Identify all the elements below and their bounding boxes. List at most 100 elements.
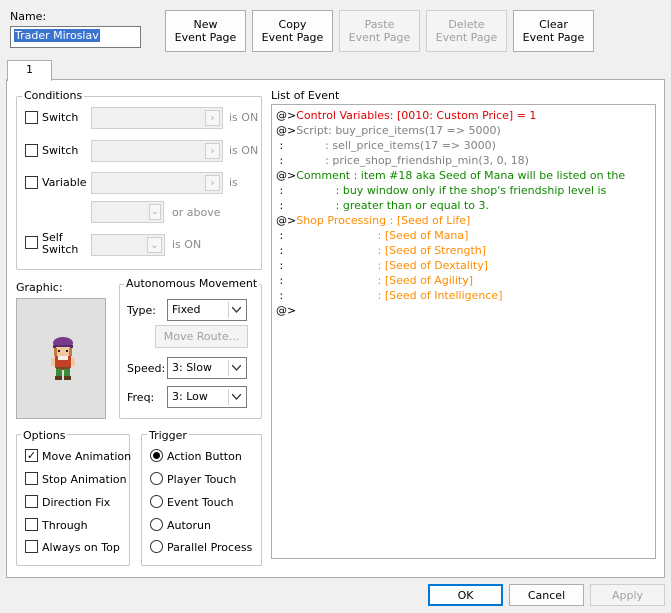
self-switch-suffix: is ON: [172, 238, 202, 251]
clear-event-page-button[interactable]: Clear Event Page: [513, 10, 594, 52]
ok-button[interactable]: OK: [428, 584, 503, 606]
paste-event-page-button[interactable]: Paste Event Page: [339, 10, 420, 52]
variable-label: Variable: [42, 176, 87, 189]
event-command-line[interactable]: : : price_shop_friendship_min(3, 0, 18): [276, 154, 528, 167]
conditions-title: Conditions: [22, 89, 85, 102]
movement-speed-select[interactable]: 3: Slow: [167, 357, 247, 379]
chevron-down-icon: [228, 302, 244, 318]
event-command-line[interactable]: @>Shop Processing : [Seed of Life]: [276, 214, 470, 227]
spinner-arrows-icon[interactable]: ⌄: [149, 204, 161, 220]
variable-value-spinner[interactable]: ⌄: [91, 201, 164, 223]
graphic-preview[interactable]: [16, 298, 106, 419]
name-label: Name:: [10, 10, 47, 23]
copy-event-page-button[interactable]: Copy Event Page: [252, 10, 333, 52]
event-command-segment: @>: [276, 124, 297, 137]
freq-label: Freq:: [127, 391, 155, 404]
always-on-top-checkbox[interactable]: [25, 540, 38, 553]
movement-type-select[interactable]: Fixed: [167, 299, 247, 321]
event-command-line[interactable]: @>: [276, 304, 296, 317]
switch2-suffix: is ON: [229, 144, 259, 157]
event-command-line[interactable]: : : [Seed of Mana]: [276, 229, 468, 242]
through-checkbox[interactable]: [25, 518, 38, 531]
direction-fix-checkbox[interactable]: [25, 495, 38, 508]
chevron-right-icon[interactable]: ›: [205, 110, 220, 126]
movement-freq-select[interactable]: 3: Low: [167, 386, 247, 408]
event-command-segment: : [Seed of Mana]: [283, 229, 469, 242]
graphic-label: Graphic:: [16, 281, 63, 294]
event-command-line[interactable]: @>Script: buy_price_items(17 => 5000): [276, 124, 501, 137]
chevron-down-icon[interactable]: ⌄: [147, 237, 162, 253]
button-label: Event Page: [522, 31, 585, 44]
speed-label: Speed:: [127, 362, 166, 375]
event-command-segment: Script: buy_price_items(17 => 5000): [296, 124, 501, 137]
movement-freq-value: 3: Low: [172, 390, 208, 403]
event-command-line[interactable]: @>Comment : item #18 aka Seed of Mana wi…: [276, 169, 625, 182]
apply-button[interactable]: Apply: [590, 584, 665, 606]
button-label: Event Page: [261, 31, 324, 44]
event-command-line[interactable]: : : greater than or equal to 3.: [276, 199, 489, 212]
switch1-select[interactable]: ›: [91, 107, 223, 129]
always-on-top-label: Always on Top: [42, 541, 120, 554]
event-command-line[interactable]: : : [Seed of Dextality]: [276, 259, 488, 272]
player-touch-radio[interactable]: [150, 472, 163, 485]
event-name-input[interactable]: Trader Miroslav: [10, 26, 141, 48]
variable-select[interactable]: ›: [91, 172, 223, 194]
move-animation-checkbox[interactable]: ✓: [25, 449, 38, 462]
parallel-process-radio[interactable]: [150, 540, 163, 553]
event-command-line[interactable]: : : sell_price_items(17 => 3000): [276, 139, 496, 152]
new-event-page-button[interactable]: New Event Page: [165, 10, 246, 52]
event-command-line[interactable]: : : buy window only if the shop's friend…: [276, 184, 606, 197]
movement-type-value: Fixed: [172, 303, 201, 316]
event-touch-label: Event Touch: [167, 496, 234, 509]
self-switch-checkbox[interactable]: [25, 236, 38, 249]
trigger-title: Trigger: [147, 429, 189, 442]
chevron-right-icon[interactable]: ›: [205, 143, 220, 159]
switch2-label: Switch: [42, 144, 79, 157]
event-touch-radio[interactable]: [150, 495, 163, 508]
chevron-right-icon[interactable]: ›: [205, 175, 220, 191]
cancel-button[interactable]: Cancel: [509, 584, 584, 606]
event-command-line[interactable]: : : [Seed of Agility]: [276, 274, 473, 287]
through-label: Through: [42, 519, 88, 532]
event-command-segment: @>: [276, 109, 297, 122]
button-label: New: [193, 18, 218, 31]
event-command-line[interactable]: @>Control Variables: [0010: Custom Price…: [276, 109, 536, 122]
tab-page-1[interactable]: 1: [7, 60, 52, 81]
movement-speed-value: 3: Slow: [172, 361, 212, 374]
button-label: Delete: [448, 18, 485, 31]
event-list-title: List of Event: [271, 89, 340, 102]
event-command-list[interactable]: @>Control Variables: [0010: Custom Price…: [271, 104, 656, 559]
autonomous-movement-title: Autonomous Movement: [124, 277, 260, 290]
switch2-select[interactable]: ›: [91, 140, 223, 162]
stop-animation-checkbox[interactable]: [25, 472, 38, 485]
self-switch-label-line2: Switch: [42, 243, 79, 256]
event-command-segment: : sell_price_items(17 => 3000): [283, 139, 496, 152]
action-button-label: Action Button: [167, 450, 242, 463]
event-command-line[interactable]: : : [Seed of Intelligence]: [276, 289, 502, 302]
variable-suffix: is: [229, 176, 238, 189]
delete-event-page-button[interactable]: Delete Event Page: [426, 10, 507, 52]
event-command-segment: @>: [276, 214, 297, 227]
parallel-process-label: Parallel Process: [167, 541, 253, 554]
event-command-segment: Control Variables: [0010: Custom Price] …: [296, 109, 537, 122]
button-label: Paste: [364, 18, 395, 31]
direction-fix-label: Direction Fix: [42, 496, 111, 509]
self-switch-label: Self Switch: [42, 232, 78, 256]
self-switch-select[interactable]: ⌄: [91, 234, 165, 256]
variable-checkbox[interactable]: [25, 176, 38, 189]
autorun-radio[interactable]: [150, 518, 163, 531]
character-sprite-icon: [51, 337, 75, 380]
button-label: Event Page: [435, 31, 498, 44]
event-command-segment: : buy window only if the shop's friendsh…: [283, 184, 607, 197]
switch1-suffix: is ON: [229, 111, 259, 124]
event-command-segment: : [Seed of Agility]: [283, 274, 473, 287]
chevron-down-icon: [228, 389, 244, 405]
event-command-line[interactable]: : : [Seed of Strength]: [276, 244, 486, 257]
move-route-button[interactable]: Move Route...: [155, 325, 248, 348]
event-command-segment: Comment : item #18 aka Seed of Mana will…: [296, 169, 626, 182]
button-label: Copy: [278, 18, 307, 31]
switch1-checkbox[interactable]: [25, 111, 38, 124]
button-label: Clear: [539, 18, 568, 31]
action-button-radio[interactable]: [150, 449, 163, 462]
switch2-checkbox[interactable]: [25, 144, 38, 157]
